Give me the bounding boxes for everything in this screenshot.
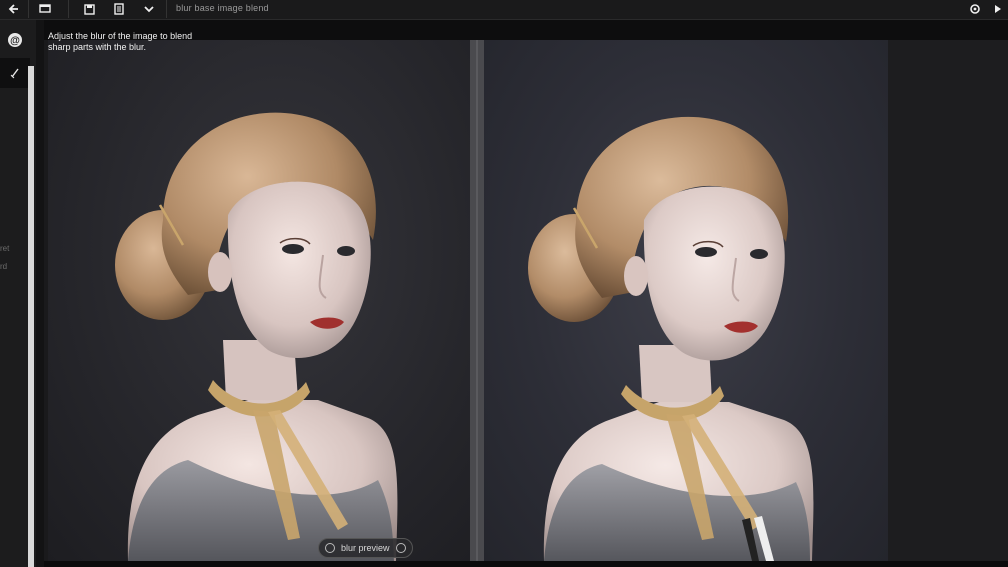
- top-toolbar: blur base image blend: [0, 0, 1008, 20]
- sidebar-label-rd: rd: [0, 262, 8, 271]
- image-canvas[interactable]: blur preview: [44, 40, 888, 561]
- split-divider-handle[interactable]: [470, 40, 484, 561]
- save-icon[interactable]: [78, 0, 100, 18]
- portrait-image-left: [115, 112, 398, 561]
- svg-text:@: @: [10, 36, 20, 47]
- sidebar-edge: [36, 20, 44, 567]
- instruction-caption: Adjust the blur of the image to blend sh…: [48, 31, 193, 52]
- preview-panel-result[interactable]: [484, 40, 888, 561]
- blur-preview-status[interactable]: blur preview: [318, 538, 413, 558]
- forward-icon[interactable]: [988, 0, 1008, 18]
- status-left-icon: [325, 543, 335, 553]
- right-empty-area: [888, 40, 1008, 561]
- check-icon[interactable]: [138, 0, 160, 18]
- settings-icon[interactable]: [964, 0, 986, 18]
- back-arrow-icon[interactable]: [2, 0, 24, 18]
- status-label: blur preview: [341, 543, 390, 553]
- bottom-strip: [44, 561, 1008, 567]
- sidebar-label-ret: ret: [0, 244, 10, 253]
- layers-icon[interactable]: [34, 0, 56, 18]
- preview-panel-original[interactable]: blur preview: [48, 40, 470, 561]
- status-right-icon: [395, 543, 406, 553]
- portrait-image-right: [528, 116, 814, 561]
- sidebar-scrollbar[interactable]: [28, 66, 34, 567]
- document-title: blur base image blend: [176, 3, 269, 13]
- list-icon[interactable]: [108, 0, 130, 18]
- help-icon[interactable]: @: [0, 25, 30, 55]
- pen-icon[interactable]: [0, 58, 30, 88]
- editor-window: blur base image blend @ ret rd blur prev…: [0, 0, 1008, 567]
